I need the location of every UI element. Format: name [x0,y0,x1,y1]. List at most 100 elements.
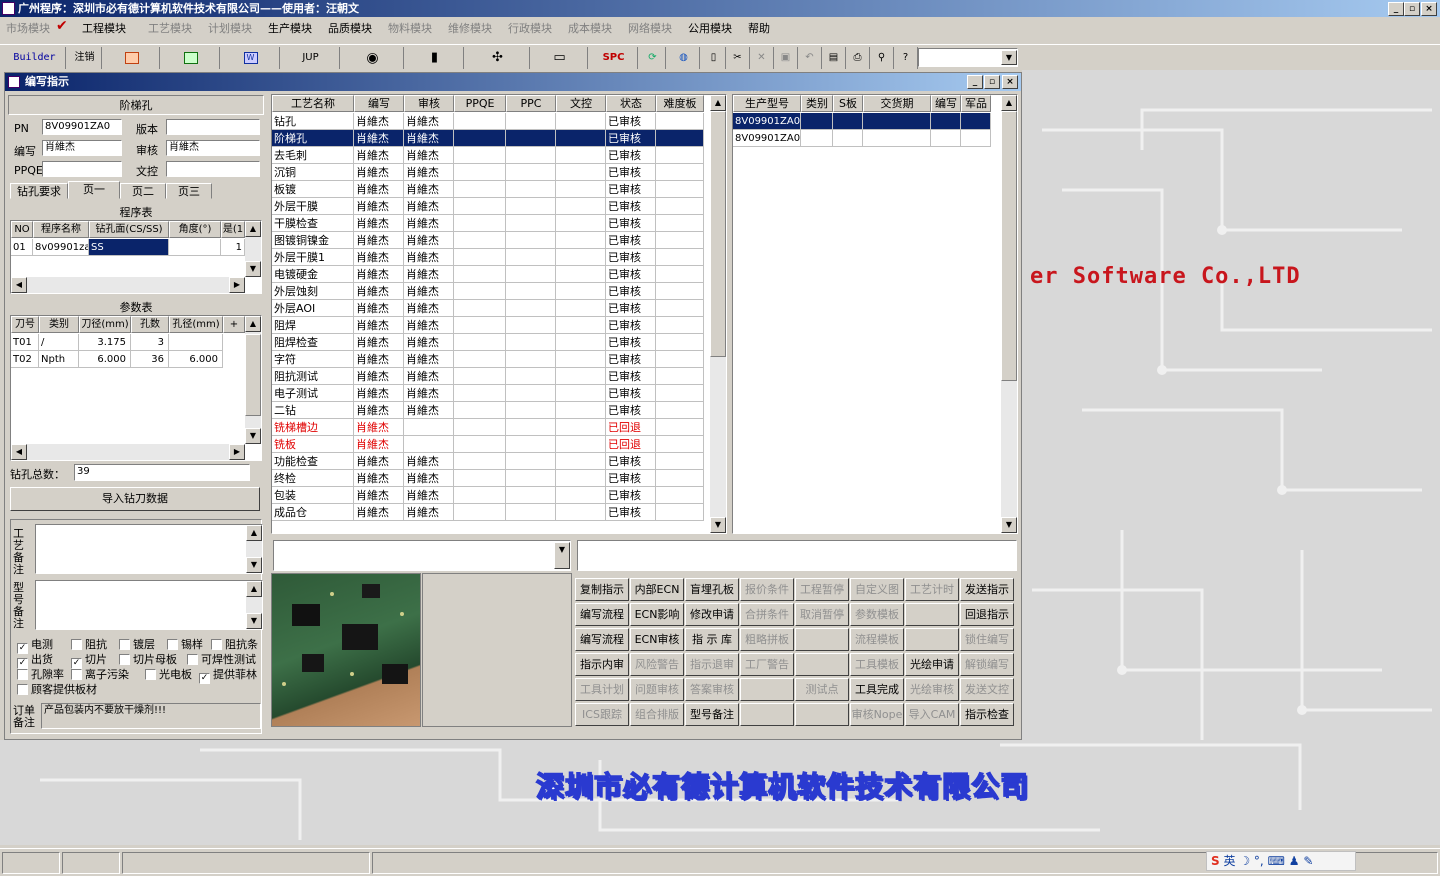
param-row[interactable]: T02 Npth 6.000 36 6.000 [11,351,245,368]
action-button-r3c3[interactable]: 工厂警告 [740,653,794,676]
preview-icon[interactable]: ▤ [822,47,846,69]
process-row[interactable]: 阻焊 肖維杰 肖維杰 已审核 [272,317,706,334]
tab-page-2[interactable]: 页二 [120,183,166,199]
param-table-hscroll[interactable]: ◀ ▶ [11,444,245,460]
checkbox-box[interactable] [71,639,82,650]
review-field[interactable]: 肖維杰 [166,140,260,156]
model-row[interactable]: 8V09901ZA0 [733,130,995,147]
action-button-r5c5[interactable]: 审核Nope [850,703,904,726]
checkbox-12[interactable]: ✓ 提供菲林 [199,668,257,684]
process-row[interactable]: 铣梯槽边 肖維杰 已回退 [272,419,706,436]
logout-button[interactable]: 注销 [68,47,102,69]
checkbox-box[interactable] [17,669,28,680]
spc-button[interactable]: SPC [590,47,638,69]
menu-0[interactable]: 市场模块 [6,20,50,36]
keyboard-icon[interactable]: ⌨ [1268,854,1285,868]
computer-icon[interactable]: ▭ [532,47,588,69]
menu-7[interactable]: 维修模块 [448,20,492,36]
action-button-r2c0[interactable]: 编写流程 [575,628,629,651]
close-button[interactable]: × [1421,2,1437,16]
action-button-r0c2[interactable]: 盲埋孔板 [685,578,739,601]
action-button-r2c3[interactable]: 粗略拼板 [740,628,794,651]
action-button-r4c7[interactable]: 发送文控 [960,678,1014,701]
action-button-r5c3[interactable] [740,703,794,726]
action-button-r1c5[interactable]: 参数模板 [850,603,904,626]
ppqe-field[interactable] [42,161,122,177]
action-button-r1c2[interactable]: 修改申请 [685,603,739,626]
checkbox-2[interactable]: 镀层 [119,638,155,651]
checkbox-8[interactable]: 可焊性测试 [187,653,256,666]
action-button-r4c4[interactable]: 测试点 [795,678,849,701]
action-button-r2c2[interactable]: 指 示 库 [685,628,739,651]
eye-icon[interactable]: ◉ [342,47,404,69]
process-row[interactable]: 二钻 肖維杰 肖維杰 已审核 [272,402,706,419]
save-icon[interactable]: ▣ [774,47,798,69]
process-row[interactable]: 板镀 肖維杰 肖維杰 已审核 [272,181,706,198]
model-note-field[interactable]: ▲ ▼ [35,580,263,630]
moon-icon[interactable]: ☽ [1239,854,1250,868]
builder-button[interactable]: Builder [4,47,66,69]
tab-page-3[interactable]: 页三 [166,183,212,199]
process-row[interactable]: 电镀硬金 肖維杰 肖維杰 已审核 [272,266,706,283]
action-button-r3c7[interactable]: 解锁编写 [960,653,1014,676]
checkbox-box[interactable] [71,669,82,680]
order-note-field[interactable]: 产品包装内不要放干燥剂!!! [41,703,261,729]
action-button-r2c5[interactable]: 流程模板 [850,628,904,651]
checkbox-3[interactable]: 锡样 [167,638,203,651]
process-grid-vscroll[interactable]: ▲ ▼ [710,95,726,533]
action-button-r2c4[interactable] [795,628,849,651]
help-icon[interactable]: ? [894,47,918,69]
action-button-r1c4[interactable]: 取消暂停 [795,603,849,626]
action-button-r2c7[interactable]: 锁住编写 [960,628,1014,651]
action-button-r5c6[interactable]: 导入CAM [905,703,959,726]
action-button-r4c1[interactable]: 问题审核 [630,678,684,701]
settings-icon[interactable]: ✎ [1303,854,1313,868]
jup-button[interactable]: JUP [282,47,340,69]
process-row[interactable]: 阻抗测试 肖維杰 肖維杰 已审核 [272,368,706,385]
menu-11[interactable]: 公用模块 [688,20,732,36]
action-button-r0c3[interactable]: 报价条件 [740,578,794,601]
tab-drill-requirements[interactable]: 钻孔要求 [10,183,68,199]
action-button-r1c7[interactable]: 回退指示 [960,603,1014,626]
action-button-r4c3[interactable] [740,678,794,701]
checkbox-10[interactable]: 离子污染 [71,668,129,681]
program-table-hscroll[interactable]: ◀ ▶ [11,277,245,293]
action-button-r5c2[interactable]: 型号备注 [685,703,739,726]
checkbox-box[interactable] [119,654,130,665]
action-button-r3c5[interactable]: 工具模板 [850,653,904,676]
program-row[interactable]: 01 8v09901za SS 1 [11,239,245,256]
process-row[interactable]: 图镀铜镍金 肖維杰 肖維杰 已审核 [272,232,706,249]
drill-total-field[interactable]: 39 [74,464,250,481]
menu-9[interactable]: 成本模块 [568,20,612,36]
restore-button[interactable]: ▫ [1404,2,1420,16]
globe-icon[interactable]: ◍ [668,47,700,69]
action-button-r5c1[interactable]: 组合排版 [630,703,684,726]
action-button-r0c1[interactable]: 内部ECN [630,578,684,601]
window-close-button[interactable]: × [1002,75,1018,89]
checkbox-box[interactable]: ✓ [199,673,210,684]
action-button-r0c5[interactable]: 自定义图 [850,578,904,601]
action-button-r3c1[interactable]: 风险警告 [630,653,684,676]
process-row[interactable]: 功能检查 肖維杰 肖維杰 已审核 [272,453,706,470]
checkbox-5[interactable]: ✓ 出货 [17,653,53,669]
checkbox-7[interactable]: 切片母板 [119,653,177,666]
checkbox-0[interactable]: ✓ 电测 [17,638,53,654]
model-grid-vscroll[interactable]: ▲ ▼ [1001,95,1017,533]
checkbox-box[interactable] [145,669,156,680]
action-button-r2c1[interactable]: ECN审核 [630,628,684,651]
action-button-r1c1[interactable]: ECN影响 [630,603,684,626]
checkbox-1[interactable]: 阻抗 [71,638,107,651]
action-button-r4c0[interactable]: 工具计划 [575,678,629,701]
ime-mode[interactable]: 英 [1223,854,1235,868]
cut-icon[interactable]: ✂ [726,47,750,69]
punctuation-icon[interactable]: °, [1254,854,1264,868]
process-row[interactable]: 沉铜 肖維杰 肖維杰 已审核 [272,164,706,181]
action-button-r1c6[interactable] [905,603,959,626]
window-minimize-button[interactable]: _ [967,75,983,89]
network-icon[interactable]: ✣ [466,47,530,69]
process-combo[interactable]: ▼ [273,540,571,571]
process-row[interactable]: 外层干膜 肖維杰 肖維杰 已审核 [272,198,706,215]
process-row[interactable]: 终检 肖維杰 肖維杰 已审核 [272,470,706,487]
author-field[interactable]: 肖維杰 [42,140,122,156]
excel-icon[interactable] [162,47,220,69]
